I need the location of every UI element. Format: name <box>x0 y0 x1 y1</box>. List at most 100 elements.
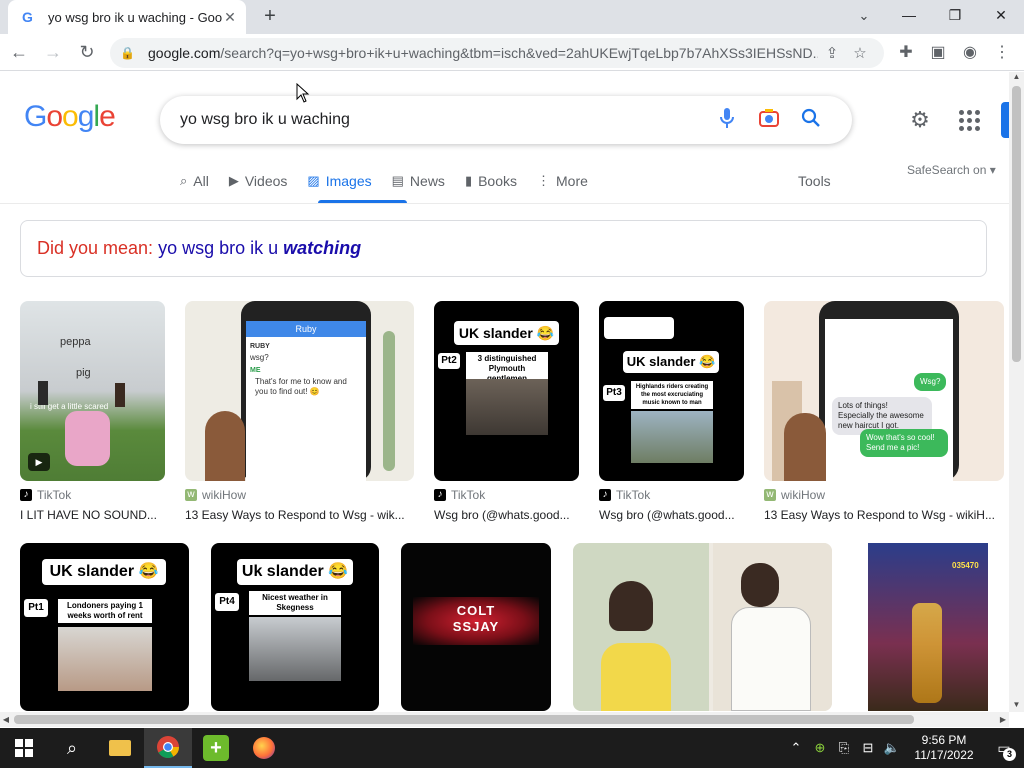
share-icon[interactable]: ⇪ <box>818 44 846 62</box>
sign-in-button-edge[interactable] <box>1001 102 1009 138</box>
result-thumbnail[interactable]: Wsg? Lots of things! Especially the awes… <box>764 301 1004 481</box>
tab-search-icon[interactable]: ⌄ <box>852 4 876 28</box>
image-result[interactable]: 035470 <box>852 543 1002 711</box>
image-result[interactable]: Ruby RUBY wsg? ME That's for me to know … <box>185 301 414 531</box>
result-thumbnail[interactable]: peppa pig i still get a little scared ▶ <box>20 301 165 481</box>
logo-letter: g <box>77 100 95 133</box>
image-result[interactable]: Wsg? Lots of things! Especially the awes… <box>764 301 1004 531</box>
browser-tab[interactable]: G yo wsg bro ik u waching - Google ✕ <box>8 0 246 34</box>
tools-button[interactable]: Tools <box>798 173 831 189</box>
vertical-scrollbar[interactable]: ▲ ▼ <box>1009 72 1024 712</box>
settings-gear-icon[interactable]: ⚙ <box>906 106 934 134</box>
wikihow-icon: w <box>764 489 776 501</box>
search-icon[interactable] <box>790 108 832 133</box>
result-title[interactable]: Wsg bro (@whats.good... <box>599 508 744 522</box>
google-favicon-icon: G <box>22 9 33 25</box>
result-source[interactable]: w wikiHow <box>764 488 825 502</box>
address-bar[interactable]: 🔒 google.com/search?q=yo+wsg+bro+ik+u+wa… <box>110 38 884 68</box>
back-icon[interactable]: ← <box>4 37 34 67</box>
device-manager-icon[interactable]: ⎘ <box>832 740 856 756</box>
scroll-left-arrow-icon[interactable]: ◀ <box>0 712 12 727</box>
clock-time: 9:56 PM <box>921 733 967 747</box>
clock[interactable]: 9:56 PM 11/17/2022 <box>904 733 984 763</box>
result-source[interactable]: ♪ TikTok <box>599 488 650 502</box>
close-window-icon[interactable]: ✕ <box>978 0 1024 30</box>
result-thumbnail[interactable]: UK slander 😂 Pt2 3 distinguished Plymout… <box>434 301 579 481</box>
scroll-down-arrow-icon[interactable]: ▼ <box>1009 700 1024 712</box>
image-result[interactable]: peppa pig i still get a little scared ▶ … <box>20 301 165 531</box>
restore-icon[interactable]: ❐ <box>932 0 978 30</box>
forward-icon[interactable]: → <box>38 37 68 67</box>
tab-more[interactable]: ⋮ More <box>537 166 588 196</box>
image-result[interactable]: COLT SSJAY <box>401 543 551 711</box>
green-plus-app-icon[interactable]: + <box>192 728 240 768</box>
tab-videos[interactable]: ▶ Videos <box>229 166 288 196</box>
overlay-title: UK slander 😂 <box>42 559 166 585</box>
tab-title: yo wsg bro ik u waching - Google <box>48 9 222 25</box>
horizontal-scrollbar[interactable]: ◀ ▶ <box>0 712 1009 727</box>
network-icon[interactable]: ⊟ <box>856 740 880 756</box>
result-thumbnail[interactable]: UK slander 😂 Pt3 Highlands riders creati… <box>599 301 744 481</box>
lock-icon[interactable]: 🔒 <box>120 46 136 60</box>
result-thumbnail[interactable]: 035470 <box>852 543 1002 711</box>
did-you-mean-box: Did you mean: yo wsg bro ik u watching <box>20 220 987 277</box>
green-plus-tray-icon[interactable]: ⊕ <box>808 740 832 756</box>
volume-icon[interactable]: 🔈 <box>880 740 904 756</box>
chevron-up-icon[interactable]: ⌃ <box>784 740 808 756</box>
result-title[interactable]: 13 Easy Ways to Respond to Wsg - wik... <box>185 508 414 522</box>
person-shirt <box>601 643 671 711</box>
result-thumbnail[interactable]: Uk slander 😂 Pt4 Nicest weather in Skegn… <box>211 543 379 711</box>
person-shirt <box>731 607 811 711</box>
result-source[interactable]: ♪ TikTok <box>20 488 71 502</box>
result-source[interactable]: w wikiHow <box>185 488 246 502</box>
chrome-icon[interactable] <box>144 728 192 768</box>
menu-kebab-icon[interactable]: ⋮ <box>986 38 1018 68</box>
camera-lens-icon[interactable] <box>748 108 790 133</box>
notification-icon[interactable]: ▭ 3 <box>984 740 1024 761</box>
google-logo[interactable]: Google <box>24 100 116 134</box>
scrollbar-thumb[interactable] <box>1012 86 1021 362</box>
source-label: wikiHow <box>781 488 826 502</box>
search-input[interactable] <box>180 111 706 129</box>
image-result[interactable]: UK slander 😂 Pt2 3 distinguished Plymout… <box>434 301 579 531</box>
apps-grid-icon[interactable] <box>957 108 983 134</box>
new-tab-button[interactable]: + <box>258 5 282 29</box>
windows-start-icon[interactable] <box>0 728 48 768</box>
reload-icon[interactable]: ↻ <box>72 37 102 67</box>
result-thumbnail[interactable] <box>573 543 832 711</box>
image-result[interactable] <box>573 543 832 711</box>
search-icon[interactable]: ⌕ <box>48 728 96 768</box>
file-explorer-icon[interactable] <box>96 728 144 768</box>
result-thumbnail[interactable]: COLT SSJAY <box>401 543 551 711</box>
scroll-right-arrow-icon[interactable]: ▶ <box>997 712 1009 727</box>
tab-all[interactable]: ⌕ All <box>180 166 209 196</box>
did-you-mean-label: Did you mean: <box>37 238 154 258</box>
bookmark-star-icon[interactable]: ☆ <box>846 44 874 62</box>
browser-toolbar: ← → ↻ 🔒 google.com/search?q=yo+wsg+bro+i… <box>0 34 1024 71</box>
image-result[interactable]: Uk slander 😂 Pt4 Nicest weather in Skegn… <box>211 543 379 711</box>
result-source[interactable]: ♪ TikTok <box>434 488 485 502</box>
chat-sender: ME <box>250 367 261 374</box>
result-title[interactable]: Wsg bro (@whats.good... <box>434 508 579 522</box>
side-panel-icon[interactable]: ▣ <box>922 38 954 68</box>
tab-news[interactable]: ▤ News <box>392 166 445 196</box>
minimize-icon[interactable]: — <box>886 0 932 30</box>
scrollbar-thumb[interactable] <box>14 715 914 724</box>
image-result[interactable]: UK slander 😂 Pt1 Londoners paying 1 week… <box>20 543 189 711</box>
result-thumbnail[interactable]: UK slander 😂 Pt1 Londoners paying 1 week… <box>20 543 189 711</box>
profile-icon[interactable]: ◉ <box>954 38 986 68</box>
image-result[interactable]: UK slander 😂 Pt3 Highlands riders creati… <box>599 301 744 531</box>
result-title[interactable]: I LIT HAVE NO SOUND... <box>20 508 165 522</box>
tab-images[interactable]: ▨ Images <box>307 166 371 196</box>
scroll-up-arrow-icon[interactable]: ▲ <box>1009 72 1024 84</box>
tab-books[interactable]: ▮ Books <box>465 166 517 196</box>
close-tab-icon[interactable]: ✕ <box>222 9 238 26</box>
safesearch-toggle[interactable]: SafeSearch on ▾ <box>907 163 996 177</box>
microphone-icon[interactable] <box>706 107 748 134</box>
url-text[interactable]: google.com/search?q=yo+wsg+bro+ik+u+wach… <box>148 45 818 61</box>
result-title[interactable]: 13 Easy Ways to Respond to Wsg - wikiH..… <box>764 508 1004 522</box>
extensions-icon[interactable]: ✚ <box>890 38 922 68</box>
firefox-icon[interactable] <box>240 728 288 768</box>
result-thumbnail[interactable]: Ruby RUBY wsg? ME That's for me to know … <box>185 301 414 481</box>
spelling-suggestion-link[interactable]: yo wsg bro ik u watching <box>158 238 361 258</box>
